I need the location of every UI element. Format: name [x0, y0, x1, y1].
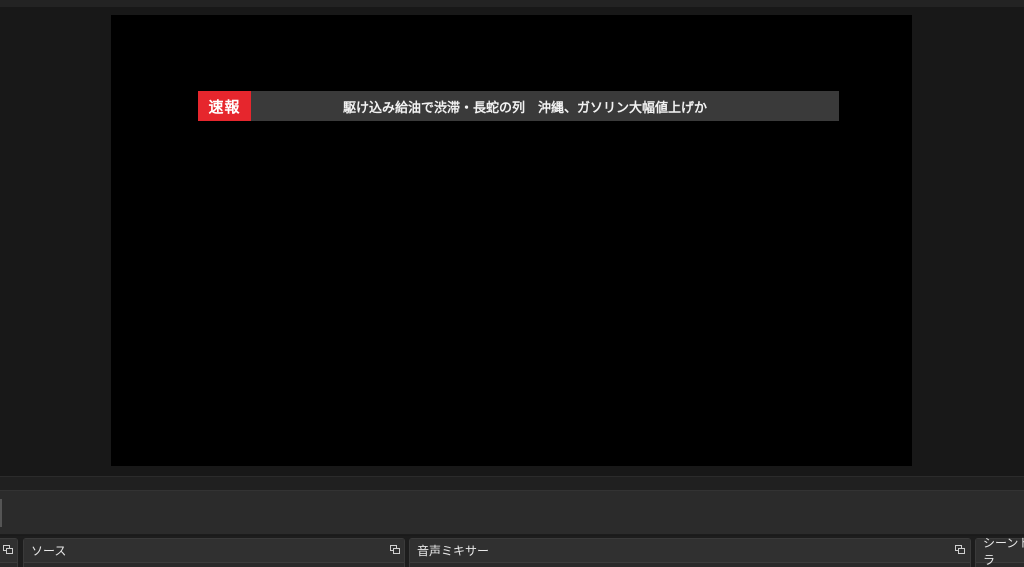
- breaking-news-badge: 速報: [198, 91, 251, 121]
- sources-dock: ソース: [23, 538, 405, 567]
- audio-mixer-dock: 音声ミキサー: [409, 538, 971, 567]
- toolbar-grip[interactable]: [0, 499, 2, 527]
- scene-transitions-dock: シーントラ: [975, 536, 1024, 567]
- top-strip: [0, 0, 1024, 7]
- scenes-dock-header: [0, 539, 17, 563]
- audio-mixer-dock-header: 音声ミキサー: [410, 539, 970, 563]
- preview-canvas[interactable]: 速報 駆け込み給油で渋滞・長蛇の列 沖縄、ガソリン大幅値上げか: [111, 15, 912, 466]
- audio-mixer-dock-title: 音声ミキサー: [417, 544, 490, 558]
- preview-separator: [0, 476, 1024, 490]
- float-icon[interactable]: [3, 545, 14, 555]
- sources-dock-header: ソース: [24, 539, 404, 563]
- scene-transitions-dock-title: シーントラ: [983, 535, 1024, 567]
- scene-transitions-dock-header: シーントラ: [976, 536, 1024, 567]
- float-icon[interactable]: [955, 545, 966, 555]
- breaking-news-ticker: 速報 駆け込み給油で渋滞・長蛇の列 沖縄、ガソリン大幅値上げか: [198, 91, 839, 121]
- obs-main-window: 速報 駆け込み給油で渋滞・長蛇の列 沖縄、ガソリン大幅値上げか ソース 音声ミキ…: [0, 0, 1024, 567]
- sources-dock-title: ソース: [31, 544, 67, 558]
- preview-area: 速報 駆け込み給油で渋滞・長蛇の列 沖縄、ガソリン大幅値上げか: [0, 7, 1024, 476]
- scenes-dock: [0, 538, 18, 567]
- breaking-news-headline: 駆け込み給油で渋滞・長蛇の列 沖縄、ガソリン大幅値上げか: [342, 100, 707, 116]
- controls-toolbar: [0, 490, 1024, 535]
- float-icon[interactable]: [390, 545, 401, 555]
- dock-row: ソース 音声ミキサー シーントラ: [0, 536, 1024, 567]
